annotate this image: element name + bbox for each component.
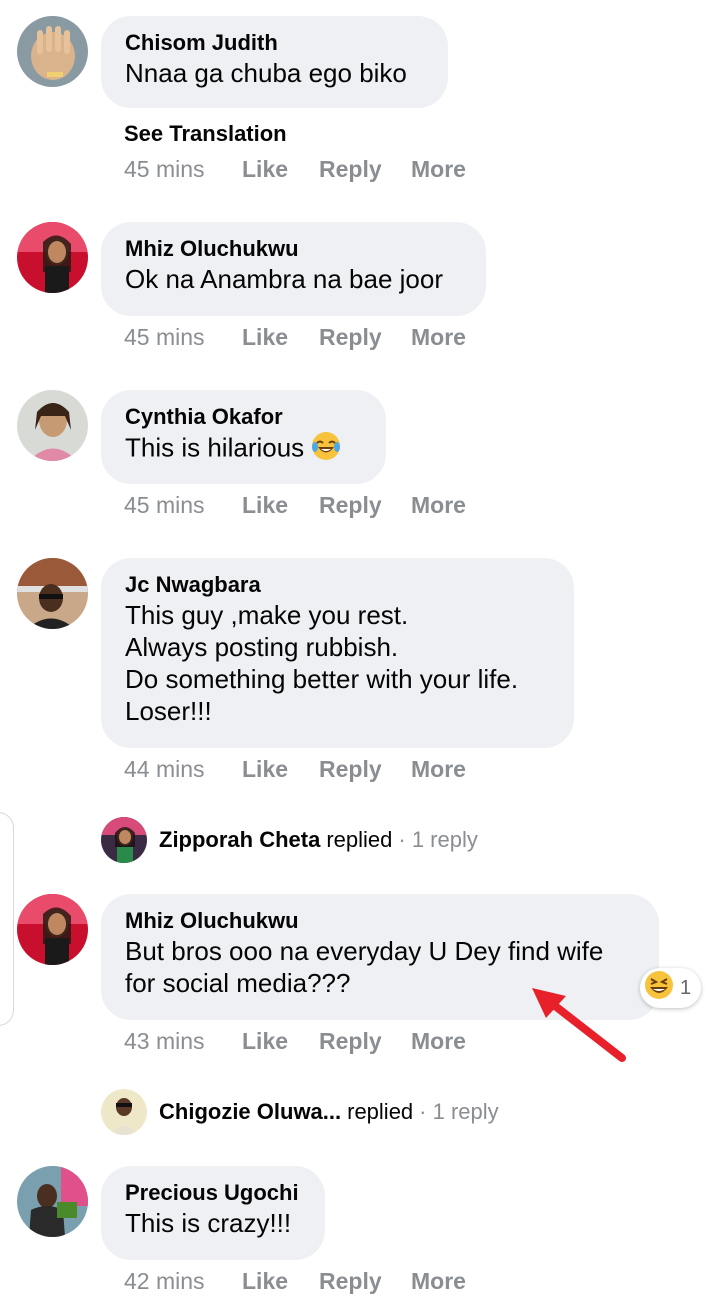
comment-bubble: Precious Ugochi This is crazy!!! (101, 1166, 325, 1260)
comment-text: Ok na Anambra na bae joor (125, 264, 443, 294)
comment-author[interactable]: Chisom Judith (125, 29, 424, 57)
comment-text: This guy ,make you rest. Always posting … (125, 600, 519, 726)
comment-time: 44 mins (124, 756, 205, 782)
avatar[interactable] (17, 1166, 88, 1237)
reply-button[interactable]: Reply (319, 1028, 411, 1055)
replied-label: replied (347, 1099, 414, 1124)
reply-button[interactable]: Reply (319, 156, 411, 183)
reply-button[interactable]: Reply (319, 1268, 411, 1295)
view-replies-link[interactable]: Zipporah Cheta replied · 1 reply (101, 816, 478, 864)
like-button[interactable]: Like (242, 756, 319, 783)
reaction-count: 1 (680, 976, 692, 999)
reaction-summary[interactable]: 1 (640, 968, 702, 1008)
reply-count: · 1 reply (398, 827, 478, 852)
more-button[interactable]: More (411, 156, 466, 183)
comment-bubble: Chisom Judith Nnaa ga chuba ego biko (101, 16, 448, 108)
laughing-emoji-icon (644, 970, 674, 1006)
reply-count: · 1 reply (419, 1099, 499, 1124)
comment-author[interactable]: Mhiz Oluchukwu (125, 235, 462, 263)
comment-time: 42 mins (124, 1268, 205, 1294)
comment-bubble: Mhiz Oluchukwu Ok na Anambra na bae joor (101, 222, 486, 316)
reply-button[interactable]: Reply (319, 324, 411, 351)
avatar[interactable] (17, 222, 88, 293)
comment-actions: 44 mins Like Reply More (124, 756, 466, 783)
more-button[interactable]: More (411, 1268, 466, 1295)
like-button[interactable]: Like (242, 1028, 319, 1055)
comment-actions: 45 mins Like Reply More (124, 492, 466, 519)
avatar[interactable] (17, 390, 88, 461)
more-button[interactable]: More (411, 492, 466, 519)
comment-time: 43 mins (124, 1028, 205, 1054)
see-translation-link[interactable]: See Translation (124, 121, 287, 147)
comment-text-content: This is hilarious (125, 432, 305, 463)
comment-time: 45 mins (124, 492, 205, 518)
avatar[interactable] (17, 558, 88, 629)
comment-bubble: Jc Nwagbara This guy ,make you rest. Alw… (101, 558, 574, 748)
avatar (101, 817, 147, 863)
comment-actions: 45 mins Like Reply More (124, 156, 466, 183)
comment-author[interactable]: Jc Nwagbara (125, 571, 550, 599)
more-button[interactable]: More (411, 324, 466, 351)
replied-label: replied (326, 827, 393, 852)
replier-name: Chigozie Oluwa... (159, 1099, 342, 1124)
tears-of-joy-emoji-icon (311, 431, 341, 468)
more-button[interactable]: More (411, 1028, 466, 1055)
like-button[interactable]: Like (242, 492, 319, 519)
comment-time: 45 mins (124, 324, 205, 350)
avatar (101, 1089, 147, 1135)
comment-actions: 43 mins Like Reply More (124, 1028, 466, 1055)
replier-name: Zipporah Cheta (159, 827, 321, 852)
annotation-arrow-icon (532, 988, 626, 1062)
comment-text: This is hilarious (125, 431, 362, 468)
reply-button[interactable]: Reply (319, 756, 411, 783)
comment-actions: 42 mins Like Reply More (124, 1268, 466, 1295)
comment-text: Nnaa ga chuba ego biko (125, 58, 407, 88)
comment-bubble: Cynthia Okafor This is hilarious (101, 390, 386, 484)
more-button[interactable]: More (411, 756, 466, 783)
avatar[interactable] (17, 894, 88, 965)
comment-actions: 45 mins Like Reply More (124, 324, 466, 351)
comment-author[interactable]: Mhiz Oluchukwu (125, 907, 635, 935)
comment-author[interactable]: Cynthia Okafor (125, 403, 362, 431)
comment-time: 45 mins (124, 156, 205, 182)
view-replies-link[interactable]: Chigozie Oluwa... replied · 1 reply (101, 1088, 499, 1136)
side-panel-edge (0, 812, 14, 1026)
comment-text: This is crazy!!! (125, 1208, 292, 1238)
reply-button[interactable]: Reply (319, 492, 411, 519)
comment-author[interactable]: Precious Ugochi (125, 1179, 301, 1207)
avatar[interactable] (17, 16, 88, 87)
like-button[interactable]: Like (242, 324, 319, 351)
like-button[interactable]: Like (242, 1268, 319, 1295)
like-button[interactable]: Like (242, 156, 319, 183)
